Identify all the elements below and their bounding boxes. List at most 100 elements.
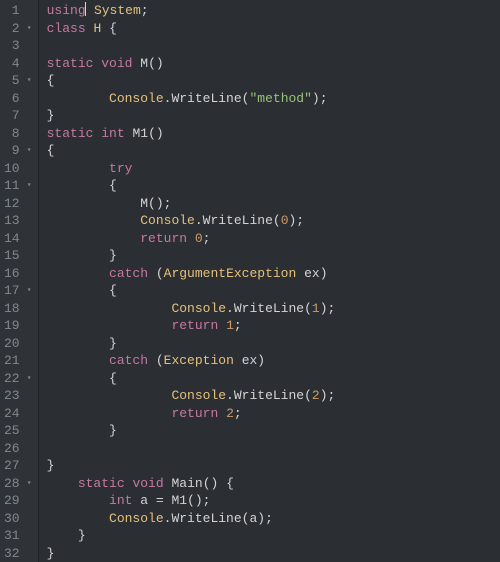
code-line[interactable]: Console.WriteLine(1);: [47, 300, 336, 318]
code-line[interactable]: class H {: [47, 20, 336, 38]
token-brace: }: [47, 458, 55, 473]
code-line[interactable]: }: [47, 247, 336, 265]
fold-icon[interactable]: ▾: [24, 20, 32, 38]
code-line[interactable]: Console.WriteLine(0);: [47, 212, 336, 230]
token-str: "method": [249, 91, 311, 106]
fold-icon[interactable]: ▾: [24, 282, 32, 300]
code-line[interactable]: {: [47, 72, 336, 90]
token-brace: {: [109, 283, 117, 298]
line-number: 10: [4, 160, 32, 178]
line-number: 19: [4, 317, 32, 335]
fold-icon[interactable]: ▾: [24, 142, 32, 160]
code-line[interactable]: Console.WriteLine("method");: [47, 90, 336, 108]
token-brace: }: [78, 528, 86, 543]
line-number: 6: [4, 90, 32, 108]
code-line[interactable]: M();: [47, 195, 336, 213]
token-punc: [86, 3, 94, 18]
line-number: 32: [4, 545, 32, 562]
code-line[interactable]: Console.WriteLine(2);: [47, 387, 336, 405]
code-line[interactable]: }: [47, 107, 336, 125]
token-kw: int: [101, 126, 124, 141]
token-punc: (): [148, 56, 164, 71]
token-punc: [218, 318, 226, 333]
fold-icon[interactable]: ▾: [24, 475, 32, 493]
token-func: Main: [171, 476, 202, 491]
token-brace: }: [47, 108, 55, 123]
code-line[interactable]: static void M(): [47, 55, 336, 73]
code-line[interactable]: static void Main() {: [47, 475, 336, 493]
code-line[interactable]: static int M1(): [47, 125, 336, 143]
code-line[interactable]: catch (Exception ex): [47, 352, 336, 370]
token-punc: [296, 266, 304, 281]
token-num: 0: [281, 213, 289, 228]
line-number: 5▾: [4, 72, 32, 90]
code-editor[interactable]: 12▾345▾6789▾1011▾121314151617▾1819202122…: [0, 0, 500, 562]
token-punc: ;: [141, 3, 149, 18]
line-number: 15: [4, 247, 32, 265]
token-func: M: [140, 196, 148, 211]
token-type: Console: [171, 301, 226, 316]
token-punc: (: [304, 388, 312, 403]
token-punc: [187, 231, 195, 246]
code-line[interactable]: return 1;: [47, 317, 336, 335]
token-punc: );: [257, 511, 273, 526]
token-punc: );: [320, 301, 336, 316]
token-brace: {: [47, 73, 55, 88]
fold-icon[interactable]: ▾: [24, 370, 32, 388]
token-var: ex: [242, 353, 258, 368]
code-line[interactable]: }: [47, 545, 336, 562]
token-punc: );: [289, 213, 305, 228]
token-try: catch: [109, 353, 148, 368]
token-func: M1: [171, 493, 187, 508]
code-line[interactable]: try: [47, 160, 336, 178]
token-type: Console: [109, 511, 164, 526]
code-line[interactable]: return 0;: [47, 230, 336, 248]
code-line[interactable]: using System;: [47, 2, 336, 20]
token-brace: }: [109, 248, 117, 263]
line-number: 13: [4, 212, 32, 230]
code-line[interactable]: {: [47, 177, 336, 195]
code-line[interactable]: Console.WriteLine(a);: [47, 510, 336, 528]
line-number: 12: [4, 195, 32, 213]
code-line[interactable]: }: [47, 527, 336, 545]
code-line[interactable]: {: [47, 282, 336, 300]
token-func: WriteLine: [171, 91, 241, 106]
code-line[interactable]: int a = M1();: [47, 492, 336, 510]
token-punc: ();: [187, 493, 210, 508]
code-line[interactable]: {: [47, 142, 336, 160]
token-func: WriteLine: [171, 511, 241, 526]
token-num: 2: [312, 388, 320, 403]
code-line[interactable]: }: [47, 422, 336, 440]
line-number: 8: [4, 125, 32, 143]
token-punc: =: [148, 493, 171, 508]
token-punc: );: [312, 91, 328, 106]
token-var: a: [140, 493, 148, 508]
code-line[interactable]: }: [47, 457, 336, 475]
token-brace: }: [109, 423, 117, 438]
token-type: Console: [109, 91, 164, 106]
fold-icon[interactable]: ▾: [24, 72, 32, 90]
code-line[interactable]: catch (ArgumentException ex): [47, 265, 336, 283]
token-try: catch: [109, 266, 148, 281]
line-number: 16: [4, 265, 32, 283]
token-brace: {: [226, 476, 234, 491]
token-num: 1: [226, 318, 234, 333]
token-punc: [234, 353, 242, 368]
token-brace: {: [109, 178, 117, 193]
code-line[interactable]: [47, 440, 336, 458]
token-punc: (: [148, 353, 164, 368]
code-area[interactable]: using System;class H {static void M(){ C…: [39, 0, 336, 562]
token-punc: ();: [148, 196, 171, 211]
code-line[interactable]: {: [47, 370, 336, 388]
token-brace: }: [109, 336, 117, 351]
token-punc: (): [203, 476, 226, 491]
code-line[interactable]: }: [47, 335, 336, 353]
code-line[interactable]: [47, 37, 336, 55]
token-punc: (: [148, 266, 164, 281]
token-punc: (): [148, 126, 164, 141]
code-line[interactable]: return 2;: [47, 405, 336, 423]
token-punc: .: [226, 301, 234, 316]
token-punc: .: [195, 213, 203, 228]
fold-icon[interactable]: ▾: [24, 177, 32, 195]
line-number: 9▾: [4, 142, 32, 160]
